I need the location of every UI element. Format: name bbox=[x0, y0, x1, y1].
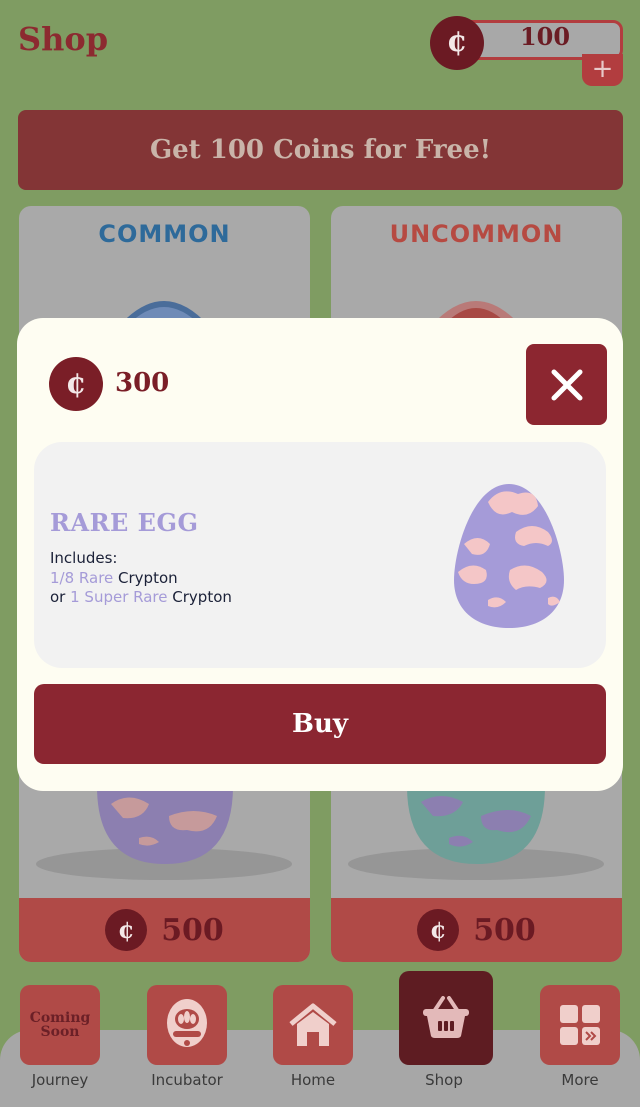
price-value: 500 bbox=[473, 912, 536, 948]
rare-egg-icon bbox=[36, 786, 292, 880]
card-label: UNCOMMON bbox=[389, 220, 564, 248]
free-coins-button[interactable]: Get 100 Coins for Free! bbox=[18, 110, 623, 190]
nav-label: Shop bbox=[425, 1071, 463, 1089]
page-title: Shop bbox=[18, 20, 109, 58]
purchase-modal: ¢ 300 RARE EGG Includes: 1/8 Rare Crypto… bbox=[17, 318, 623, 791]
includes-line-1: 1/8 Rare Crypton bbox=[50, 569, 232, 589]
coin-balance: ¢ 100 + bbox=[430, 16, 623, 86]
nav-label: Incubator bbox=[151, 1071, 223, 1089]
includes-label: Includes: bbox=[50, 549, 118, 567]
uncommon-price: ¢ 500 bbox=[331, 898, 622, 962]
card-label: COMMON bbox=[98, 220, 231, 248]
nav-incubator[interactable]: Incubator bbox=[142, 985, 232, 1089]
coin-icon: ¢ bbox=[430, 16, 484, 70]
close-icon bbox=[551, 369, 582, 400]
home-icon bbox=[273, 985, 353, 1065]
nav-label: More bbox=[561, 1071, 599, 1089]
nav-journey[interactable]: Coming Soon Journey bbox=[15, 985, 105, 1089]
balance-value: 100 bbox=[519, 22, 571, 51]
or-label: or bbox=[50, 588, 71, 606]
coin-icon: ¢ bbox=[417, 909, 460, 951]
common-price: ¢ 500 bbox=[19, 898, 310, 962]
egg-name: RARE EGG bbox=[50, 508, 199, 537]
nav-home[interactable]: Home bbox=[268, 985, 358, 1089]
coming-soon-badge: Coming Soon bbox=[29, 1010, 91, 1040]
nav-shop[interactable]: Shop bbox=[399, 971, 493, 1089]
crypton-label: Crypton bbox=[113, 568, 178, 587]
coin-icon: ¢ bbox=[49, 357, 103, 411]
add-coins-button[interactable]: + bbox=[582, 54, 623, 86]
incubator-icon bbox=[147, 985, 227, 1065]
price-value: 500 bbox=[161, 912, 224, 948]
nav-label: Home bbox=[290, 1071, 336, 1089]
buy-button[interactable]: Buy bbox=[34, 684, 606, 764]
egg-description: Includes: 1/8 Rare Crypton or 1 Super Ra… bbox=[50, 549, 232, 608]
crypton-label: Crypton bbox=[167, 588, 232, 606]
coin-icon: ¢ bbox=[105, 909, 148, 951]
includes-line-2: or 1 Super Rare Crypton bbox=[50, 588, 232, 608]
nav-more[interactable]: More bbox=[535, 985, 625, 1089]
super-rare-amount: 1 Super Rare bbox=[70, 588, 168, 606]
nav-label: Journey bbox=[31, 1071, 89, 1089]
rare-amount: 1/8 Rare bbox=[50, 568, 114, 587]
modal-price: 300 bbox=[115, 368, 170, 398]
rare-egg-icon bbox=[454, 484, 564, 628]
egg-info-panel: RARE EGG Includes: 1/8 Rare Crypton or 1… bbox=[34, 442, 606, 668]
basket-icon bbox=[399, 971, 493, 1065]
close-button[interactable] bbox=[526, 344, 607, 425]
grid-icon bbox=[540, 985, 620, 1065]
super-rare-egg-icon bbox=[348, 786, 604, 880]
coming-soon-icon: Coming Soon bbox=[20, 985, 100, 1065]
